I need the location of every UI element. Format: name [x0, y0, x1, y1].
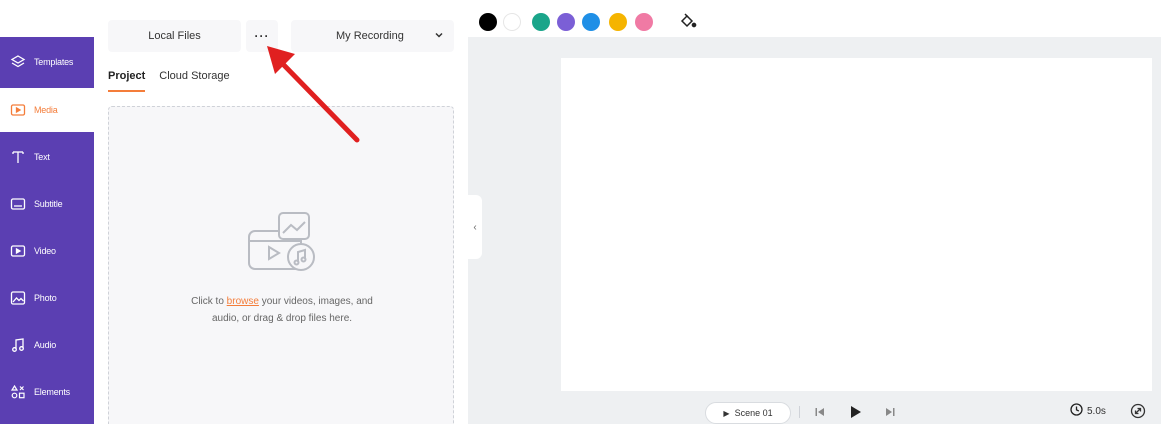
media-panel: Local Files ··· My Recording Project Clo… — [94, 0, 468, 424]
video-icon — [10, 243, 26, 259]
duration-value: 5.0s — [1087, 405, 1106, 417]
sidebar-item-label: Media — [34, 105, 58, 115]
my-recording-label: My Recording — [336, 30, 404, 42]
color-swatch-pink[interactable] — [635, 13, 653, 31]
play-small-icon: ▶ — [723, 408, 730, 418]
browse-link[interactable]: browse — [227, 296, 259, 307]
duration-display[interactable]: 5.0s — [1070, 403, 1106, 419]
fullscreen-icon[interactable] — [1130, 403, 1146, 419]
sidebar-item-audio[interactable]: Audio — [0, 323, 94, 367]
sidebar-item-label: Audio — [34, 340, 57, 350]
sidebar-item-label: Templates — [34, 57, 74, 67]
media-tabs: Project Cloud Storage — [108, 70, 230, 92]
sidebar-item-media[interactable]: Media — [0, 88, 94, 132]
play-button[interactable] — [847, 403, 865, 421]
scene-button[interactable]: ▶ Scene 01 — [705, 402, 791, 424]
sidebar-item-label: Video — [34, 246, 56, 256]
tab-project[interactable]: Project — [108, 70, 146, 92]
color-swatch-yellow[interactable] — [609, 13, 627, 31]
upload-dropzone[interactable]: Click to browse your videos, images, and… — [108, 106, 454, 424]
elements-icon — [10, 384, 26, 400]
sidebar-item-subtitle[interactable]: Subtitle — [0, 182, 94, 226]
skip-forward-icon[interactable] — [881, 403, 899, 421]
text-icon — [10, 149, 26, 165]
subtitle-icon — [10, 196, 26, 212]
my-recording-dropdown[interactable]: My Recording — [291, 20, 454, 52]
sidebar-item-label: Elements — [34, 387, 70, 397]
color-swatch-black[interactable] — [479, 13, 497, 31]
sidebar: Templates Media Text Subtitle Video Phot… — [0, 0, 94, 424]
skip-back-icon[interactable] — [811, 403, 829, 421]
photo-icon — [10, 290, 26, 306]
more-options-button[interactable]: ··· — [246, 20, 278, 52]
chevron-left-icon: ‹ — [473, 221, 477, 233]
dropzone-instructions: Click to browse your videos, images, and… — [191, 296, 373, 324]
layers-icon — [10, 54, 26, 70]
media-folder-icon — [10, 102, 26, 118]
audio-icon — [10, 337, 26, 353]
divider — [799, 406, 800, 418]
sidebar-item-label: Text — [34, 152, 50, 162]
local-files-button[interactable]: Local Files — [108, 20, 241, 52]
media-upload-icon — [235, 207, 331, 287]
color-swatch-purple[interactable] — [557, 13, 575, 31]
chevron-down-icon — [434, 30, 444, 42]
sidebar-item-elements[interactable]: Elements — [0, 370, 94, 414]
paint-bucket-icon[interactable] — [679, 12, 697, 30]
video-stage[interactable] — [561, 58, 1152, 391]
sidebar-item-text[interactable]: Text — [0, 135, 94, 179]
color-swatch-green[interactable] — [532, 13, 550, 31]
collapse-panel-button[interactable]: ‹ — [468, 195, 482, 259]
sidebar-item-video[interactable]: Video — [0, 229, 94, 273]
clock-icon — [1070, 403, 1083, 419]
scene-label: Scene 01 — [734, 408, 773, 418]
sidebar-item-templates[interactable]: Templates — [0, 40, 94, 84]
sidebar-item-photo[interactable]: Photo — [0, 276, 94, 320]
sidebar-item-label: Subtitle — [34, 199, 63, 209]
sidebar-item-label: Photo — [34, 293, 57, 303]
color-swatch-white[interactable] — [503, 13, 521, 31]
color-swatch-blue[interactable] — [582, 13, 600, 31]
tab-cloud-storage[interactable]: Cloud Storage — [159, 70, 229, 92]
